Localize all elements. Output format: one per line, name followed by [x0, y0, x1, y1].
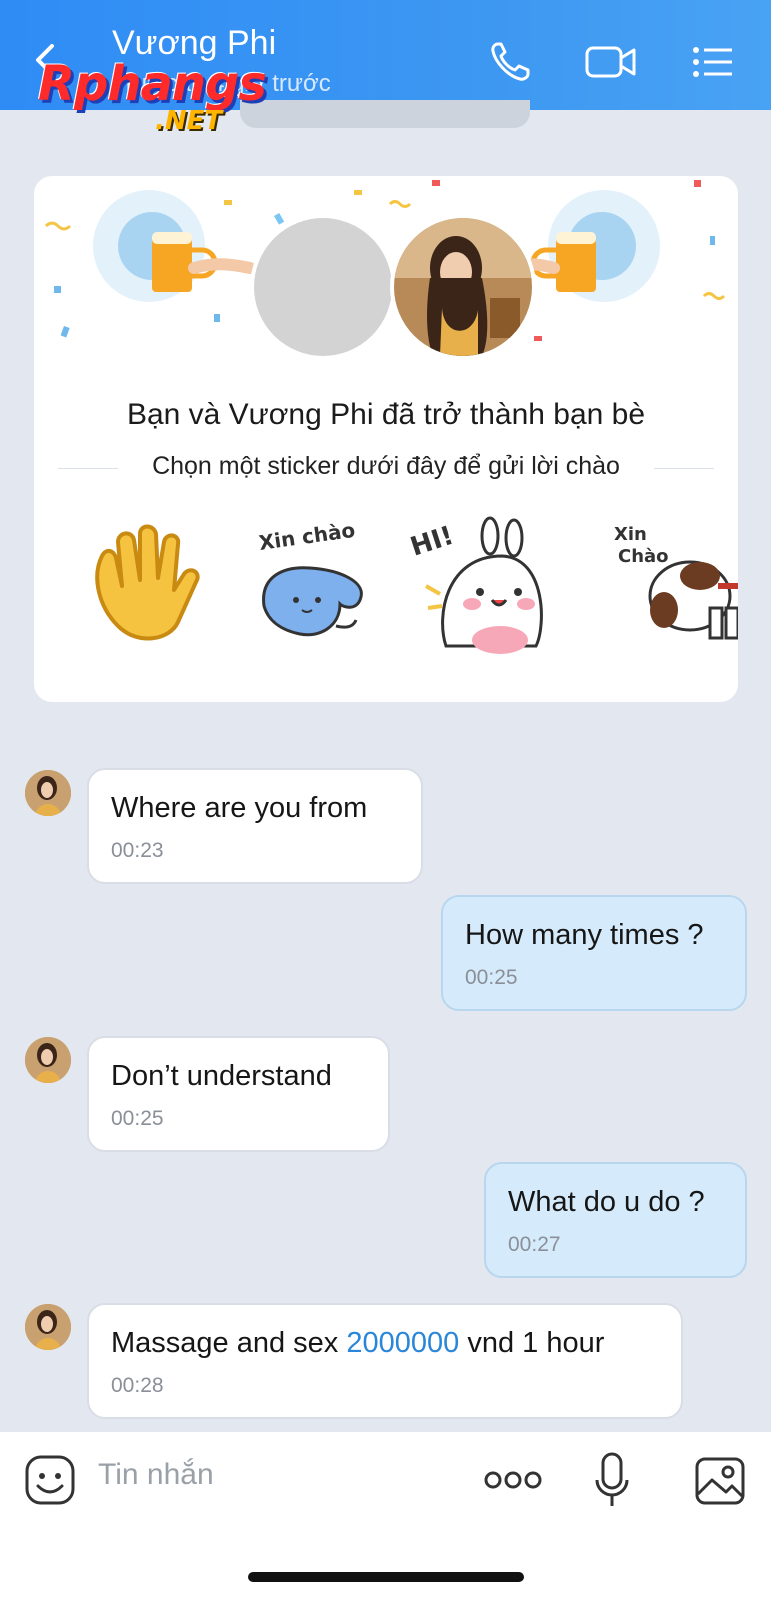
- microphone-icon[interactable]: [594, 1452, 630, 1510]
- more-dots-icon[interactable]: [484, 1468, 542, 1492]
- watermark-logo: Rphangs: [38, 56, 267, 112]
- message-bubble-in[interactable]: Where are you from 00:23: [87, 768, 423, 884]
- new-friend-card: Bạn và Vương Phi đã trở thành bạn bè Chọ…: [34, 176, 738, 702]
- message-composer: Tin nhắn: [0, 1432, 771, 1600]
- message-bubble-in[interactable]: Don’t understand 00:25: [87, 1036, 390, 1152]
- sender-avatar[interactable]: [25, 1304, 71, 1350]
- waving-hand-sticker[interactable]: [78, 516, 218, 656]
- message-text: What do u do ?: [508, 1186, 705, 1218]
- dog-sticker[interactable]: Xin Chào: [600, 516, 738, 656]
- blue-cat-sticker[interactable]: Xin chào: [240, 516, 380, 656]
- message-bubble-out[interactable]: What do u do ? 00:27: [484, 1162, 747, 1278]
- friend-photo: [394, 218, 532, 356]
- message-text-part: vnd 1 hour: [459, 1327, 605, 1359]
- message-input[interactable]: Tin nhắn: [98, 1458, 214, 1492]
- message-time: 00:25: [465, 966, 518, 989]
- message-text: Where are you from: [111, 792, 368, 824]
- svg-text:HI!: HI!: [407, 521, 457, 563]
- message-text-part: Massage and sex: [111, 1327, 347, 1359]
- watermark-suffix: .NET: [155, 106, 223, 136]
- phone-number-link[interactable]: 2000000: [346, 1327, 459, 1359]
- sender-avatar[interactable]: [25, 1037, 71, 1083]
- friend-avatar[interactable]: [390, 214, 536, 360]
- emoji-icon[interactable]: [24, 1454, 76, 1506]
- message-time: 00:27: [508, 1233, 561, 1256]
- message-time: 00:28: [111, 1374, 164, 1397]
- message-bubble-in[interactable]: Massage and sex 2000000 vnd 1 hour 00:28: [87, 1303, 683, 1419]
- message-text: Massage and sex 2000000 vnd 1 hour: [111, 1327, 659, 1360]
- sender-avatar[interactable]: [25, 770, 71, 816]
- date-separator-pill: [240, 100, 530, 128]
- message-time: 00:25: [111, 1107, 164, 1130]
- message-text: How many times ?: [465, 919, 704, 951]
- message-text: Don’t understand: [111, 1060, 332, 1092]
- message-time: 00:23: [111, 839, 164, 862]
- image-icon[interactable]: [694, 1456, 746, 1506]
- svg-text:Xin: Xin: [614, 524, 647, 545]
- friend-card-title: Bạn và Vương Phi đã trở thành bạn bè: [126, 398, 646, 431]
- message-bubble-out[interactable]: How many times ? 00:25: [441, 895, 747, 1011]
- svg-text:Chào: Chào: [618, 546, 669, 567]
- svg-text:Xin chào: Xin chào: [257, 518, 356, 555]
- my-avatar: [250, 214, 396, 360]
- friend-card-subtitle: Chọn một sticker dưới đây để gửi lời chà…: [152, 452, 620, 480]
- home-indicator[interactable]: [248, 1572, 524, 1582]
- list-menu-icon[interactable]: [690, 38, 738, 86]
- video-camera-icon[interactable]: [584, 38, 638, 86]
- bunny-sticker[interactable]: HI!: [406, 516, 546, 656]
- phone-icon[interactable]: [486, 38, 534, 86]
- friend-card-subtitle-row: Chọn một sticker dưới đây để gửi lời chà…: [58, 452, 714, 484]
